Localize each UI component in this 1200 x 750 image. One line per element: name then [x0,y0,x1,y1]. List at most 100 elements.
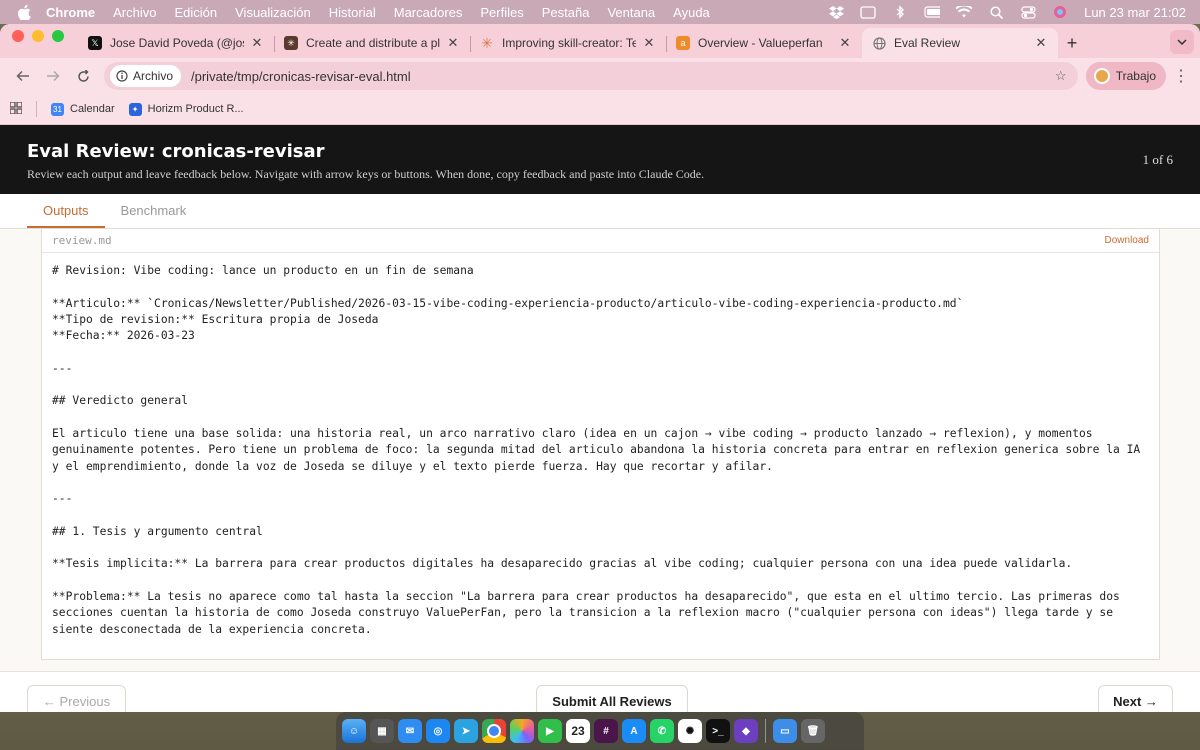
tab-search-button[interactable] [1170,30,1194,54]
tab-close-icon[interactable]: ✕ [446,35,460,51]
page-subtitle: Review each output and leave feedback be… [27,167,705,181]
site-info-chip[interactable]: Archivo [110,65,182,87]
chrome-icon[interactable] [482,719,506,743]
menu-archivo[interactable]: Archivo [113,5,156,20]
file-line: ## 1. Tesis y argumento central [52,524,263,538]
reload-icon[interactable] [68,61,98,91]
bookmarks-bar: 31 Calendar ✦ Horizm Product R... [0,94,1200,125]
more-menu-icon[interactable]: ⋮ [1170,66,1192,86]
file-line: **Tesis implicita:** La barrera para cre… [52,557,1073,571]
control-center-icon[interactable] [1020,5,1036,19]
terminal-icon[interactable]: >_ [706,719,730,743]
mail-icon[interactable]: ✉ [398,719,422,743]
finder-icon[interactable]: ☺ [342,719,366,743]
battery-icon[interactable] [924,5,941,19]
minimize-window-button[interactable] [32,30,44,42]
profile-label: Trabajo [1115,69,1156,83]
menu-historial[interactable]: Historial [329,5,376,20]
page-title: Eval Review: cronicas-revisar [27,141,325,162]
menu-perfiles[interactable]: Perfiles [480,5,523,20]
menu-edicion[interactable]: Edición [174,5,217,20]
download-link[interactable]: Download [1105,235,1149,246]
back-arrow-icon[interactable] [8,61,38,91]
info-icon [116,70,128,82]
menubar-clock[interactable]: Lun 23 mar 21:02 [1084,5,1186,20]
apple-icon[interactable] [16,4,32,20]
tab-close-icon[interactable]: ✕ [1034,35,1048,51]
safari-icon[interactable]: ◎ [426,719,450,743]
tab-benchmark[interactable]: Benchmark [105,194,203,228]
menu-pestana[interactable]: Pestaña [542,5,590,20]
file-line: --- [52,361,73,375]
obsidian-icon[interactable]: ◆ [734,719,758,743]
menu-app-chrome[interactable]: Chrome [46,5,95,20]
tab-label: Eval Review [894,36,961,50]
tab-strip: 𝕏 Jose David Poveda (@josedap ✕ ✳ Create… [0,24,1200,58]
browser-tab-skill-creator[interactable]: ✳ Improving skill-creator: Test, ✕ [470,28,666,58]
wifi-icon[interactable] [956,5,973,19]
trash-icon[interactable]: 🗑 [801,719,825,743]
url-text[interactable]: /private/tmp/cronicas-revisar-eval.html [191,69,1050,84]
submit-all-reviews-button[interactable]: Submit All Reviews [536,685,688,712]
launchpad-icon[interactable]: ▦ [370,719,394,743]
tab-close-icon[interactable]: ✕ [838,35,852,51]
bookmark-horizm[interactable]: ✦ Horizm Product R... [128,102,244,116]
bluetooth-icon[interactable] [892,5,908,19]
next-button[interactable]: Next → [1098,685,1173,712]
tab-outputs[interactable]: Outputs [27,194,105,228]
menu-visualizacion[interactable]: Visualización [235,5,311,20]
previous-button[interactable]: ← Previous [27,685,126,712]
tab-label: Jose David Poveda (@josedap [110,36,244,50]
file-line: **Tipo de revision:** Escritura propia d… [52,312,379,326]
tab-label: Improving skill-creator: Test, [502,36,636,50]
profile-button[interactable]: Trabajo [1085,62,1166,90]
photos-icon[interactable] [510,719,534,743]
siri-icon[interactable] [1052,5,1068,19]
browser-toolbar: Archivo /private/tmp/cronicas-revisar-ev… [0,58,1200,94]
browser-tab-valueperfan[interactable]: a Overview - Valueperfan ✕ [666,28,862,58]
telegram-icon[interactable]: ➤ [454,719,478,743]
folder-icon[interactable]: ▭ [773,719,797,743]
menu-ventana[interactable]: Ventana [607,5,655,20]
spotlight-search-icon[interactable] [988,5,1004,19]
close-window-button[interactable] [12,30,24,42]
calendar-dock-icon[interactable]: 23 [566,719,590,743]
translate-icon[interactable] [860,5,876,19]
divider [36,101,37,117]
zoom-window-button[interactable] [52,30,64,42]
calendar-icon: 31 [51,102,64,116]
window-controls [0,30,78,52]
menu-ayuda[interactable]: Ayuda [673,5,710,20]
whatsapp-icon[interactable]: ✆ [650,719,674,743]
browser-tab-x[interactable]: 𝕏 Jose David Poveda (@josedap ✕ [78,28,274,58]
file-line: --- [52,492,73,506]
tab-close-icon[interactable]: ✕ [250,35,264,51]
browser-tab-eval-review[interactable]: Eval Review ✕ [862,28,1058,58]
app-store-icon[interactable]: A [622,719,646,743]
address-bar[interactable]: Archivo /private/tmp/cronicas-revisar-ev… [104,62,1078,90]
menu-marcadores[interactable]: Marcadores [394,5,463,20]
slack-icon[interactable]: # [594,719,618,743]
new-tab-button[interactable]: + [1058,28,1086,58]
facetime-icon[interactable]: ▶ [538,719,562,743]
forward-arrow-icon[interactable] [38,61,68,91]
apps-grid-icon[interactable] [9,100,23,117]
dropbox-icon[interactable] [828,5,844,19]
anthropic-star-icon: ✳ [481,34,493,51]
file-name: review.md [52,234,112,247]
bookmark-calendar[interactable]: 31 Calendar [51,102,115,116]
dock-divider [765,719,766,743]
avatar [1093,68,1110,84]
bookmark-star-icon[interactable]: ☆ [1050,68,1072,84]
tab-close-icon[interactable]: ✕ [642,35,656,51]
macos-menu-bar: Chrome Archivo Edición Visualización His… [0,0,1200,24]
file-header: review.md Download [42,229,1159,253]
chatgpt-icon[interactable]: ✺ [678,719,702,743]
horizm-icon: ✦ [128,102,142,116]
browser-tab-plugin[interactable]: ✳ Create and distribute a plugin ✕ [274,28,470,58]
file-line: **Fecha:** 2026-03-23 [52,329,195,343]
